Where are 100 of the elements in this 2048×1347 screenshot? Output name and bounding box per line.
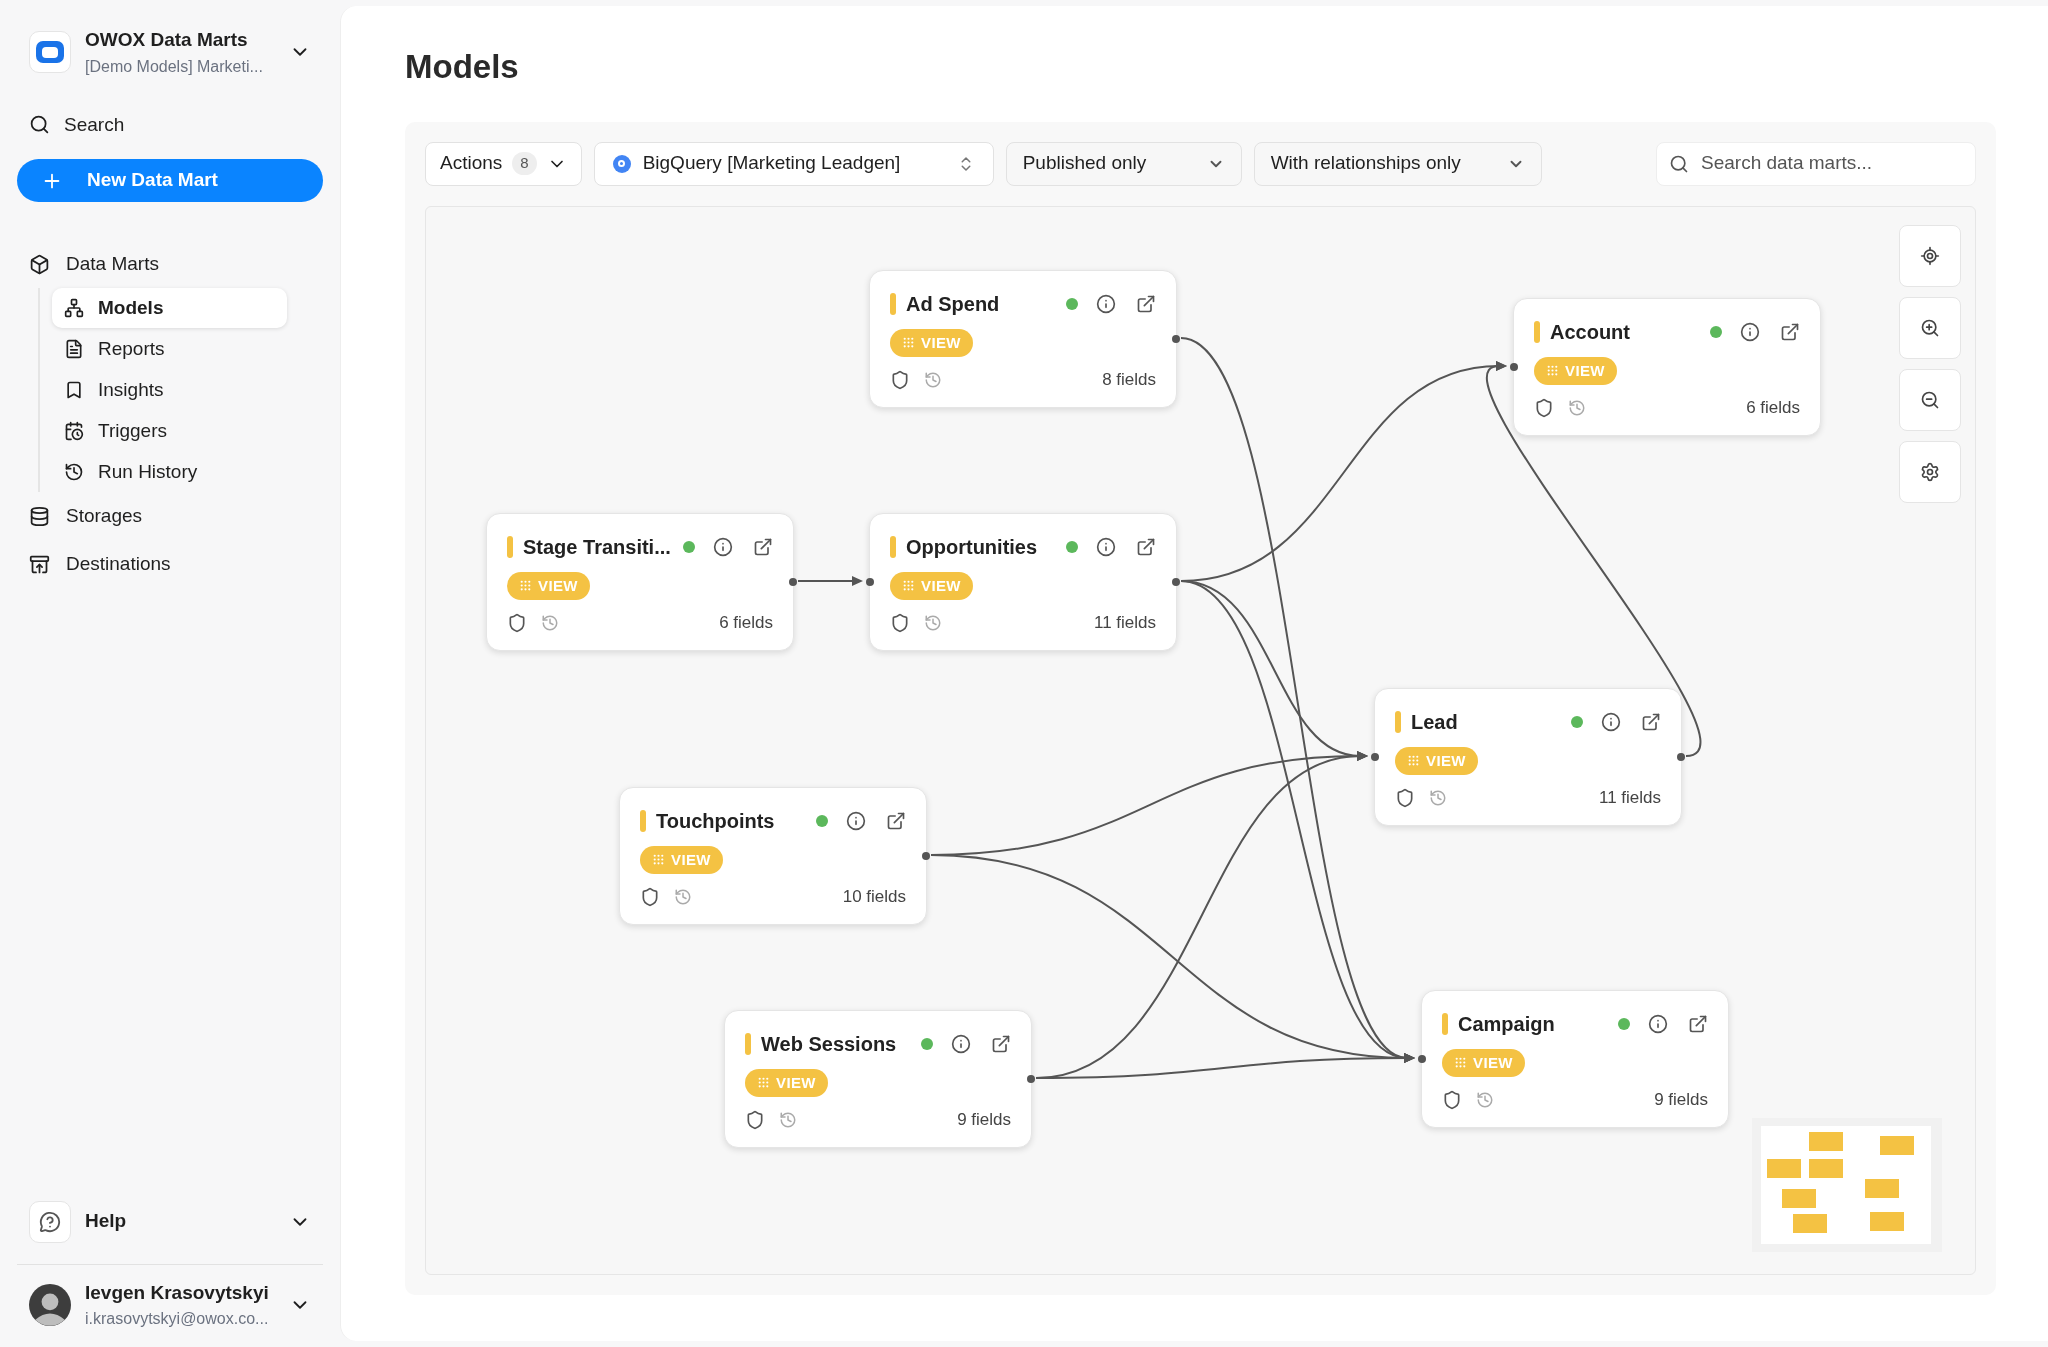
connection-handle[interactable] [1418, 1054, 1426, 1063]
archive-icon [29, 553, 50, 575]
user-email: i.krasovytskyi@owox.co... [85, 1309, 270, 1329]
nav-subitem[interactable]: Triggers [52, 411, 287, 451]
info-icon[interactable] [951, 1033, 971, 1054]
model-title: Ad Spend [906, 291, 1001, 317]
history-icon [924, 613, 942, 632]
dots-grid-icon [1454, 1056, 1467, 1070]
nav-item[interactable]: Destinations [17, 540, 323, 588]
zoom-out-button[interactable] [1899, 368, 1961, 431]
external-link-icon[interactable] [1136, 536, 1156, 557]
dots-grid-icon [902, 336, 915, 350]
fields-count: 11 fields [1093, 612, 1156, 634]
history-icon [1568, 398, 1586, 417]
fields-count: 9 fields [1654, 1089, 1708, 1111]
filter-select[interactable]: Published only [1005, 141, 1242, 186]
accent-bar [640, 809, 646, 832]
help-button[interactable]: Help [17, 1193, 323, 1250]
history-icon [541, 613, 559, 632]
search-field[interactable]: Search data marts... [1656, 141, 1976, 186]
workspace-name: OWOX Data Marts [85, 28, 249, 52]
view-badge: VIEW [1442, 1048, 1525, 1077]
info-icon[interactable] [1096, 536, 1116, 557]
model-card[interactable]: Opportunities VIEW 11 fields [869, 512, 1177, 651]
settings-button[interactable] [1899, 440, 1961, 503]
new-data-mart-button[interactable]: New Data Mart [17, 159, 323, 202]
connection-handle[interactable] [1172, 334, 1180, 343]
connection-handle[interactable] [1371, 752, 1379, 761]
zoom-in-icon [1920, 317, 1940, 338]
info-icon[interactable] [1740, 321, 1760, 342]
nav-subitem[interactable]: Reports [52, 329, 287, 369]
external-link-icon[interactable] [1688, 1013, 1708, 1034]
history-icon [64, 462, 84, 482]
model-card[interactable]: Web Sessions VIEW 9 fields [724, 1009, 1032, 1148]
connection-handle[interactable] [1677, 752, 1685, 761]
info-icon[interactable] [1601, 711, 1621, 732]
page-title: Models [405, 47, 520, 87]
fields-count: 8 fields [1102, 369, 1156, 391]
accent-bar [890, 535, 896, 558]
search-button[interactable]: Search [17, 104, 323, 145]
model-title: Web Sessions [761, 1031, 898, 1057]
dots-grid-icon [902, 579, 915, 593]
model-card[interactable]: Stage Transiti... VIEW 6 fields [486, 512, 794, 651]
shield-icon [507, 612, 527, 633]
connection-handle[interactable] [922, 851, 930, 860]
model-title: Campaign [1458, 1011, 1556, 1037]
filter-select[interactable]: With relationships only [1253, 141, 1542, 186]
info-icon[interactable] [713, 536, 733, 557]
external-link-icon[interactable] [991, 1033, 1011, 1054]
nav-subitem[interactable]: Models [52, 288, 287, 328]
actions-button[interactable]: Actions 8 [425, 141, 582, 186]
nav-subitem[interactable]: Run History [52, 452, 287, 492]
model-card[interactable]: Ad Spend VIEW 8 fields [869, 269, 1177, 408]
connection-handle[interactable] [866, 577, 874, 586]
model-card[interactable]: Account VIEW 6 fields [1513, 297, 1821, 436]
model-card[interactable]: Lead VIEW 11 fields [1374, 687, 1682, 826]
recenter-button[interactable] [1899, 224, 1961, 287]
model-card[interactable]: Campaign VIEW 9 fields [1421, 989, 1729, 1128]
accent-bar [745, 1032, 751, 1055]
history-icon [674, 887, 692, 906]
connection-handle[interactable] [1172, 577, 1180, 586]
external-link-icon[interactable] [1780, 321, 1800, 342]
history-icon [1429, 788, 1447, 807]
model-title: Touchpoints [656, 808, 776, 834]
dots-grid-icon [652, 853, 665, 867]
external-link-icon[interactable] [1136, 293, 1156, 314]
shield-icon [1442, 1089, 1462, 1110]
crosshair-icon [1920, 245, 1940, 266]
shield-icon [1534, 397, 1554, 418]
app-logo [29, 31, 71, 74]
view-badge: VIEW [1395, 746, 1478, 775]
external-link-icon[interactable] [1641, 711, 1661, 732]
question-bubble-icon [39, 1210, 61, 1233]
shield-icon [1395, 787, 1415, 808]
zoom-in-button[interactable] [1899, 296, 1961, 359]
connection-handle[interactable] [1027, 1074, 1035, 1083]
user-name: Ievgen Krasovytskyi [85, 1280, 270, 1305]
connection-handle[interactable] [789, 577, 797, 586]
info-icon[interactable] [1648, 1013, 1668, 1034]
external-link-icon[interactable] [753, 536, 773, 557]
shield-icon [745, 1109, 765, 1130]
nav-item[interactable]: Data Marts [17, 240, 323, 288]
external-link-icon[interactable] [886, 810, 906, 831]
history-icon [1476, 1090, 1494, 1109]
nav-item[interactable]: Storages [17, 492, 323, 540]
dots-grid-icon [1546, 364, 1559, 378]
storage-select[interactable]: BigQuery [Marketing Leadgen] [593, 141, 994, 186]
accent-bar [1395, 710, 1401, 733]
count-badge: 8 [512, 152, 537, 175]
nav-subitem[interactable]: Insights [52, 370, 287, 410]
zoom-out-icon [1920, 389, 1940, 410]
document-icon [64, 339, 84, 359]
info-icon[interactable] [1096, 293, 1116, 314]
model-card[interactable]: Touchpoints VIEW 10 fields [619, 786, 927, 925]
bookmark-icon [64, 380, 84, 400]
cube-icon [29, 253, 50, 275]
info-icon[interactable] [846, 810, 866, 831]
connection-handle[interactable] [1510, 362, 1518, 371]
search-input[interactable]: Search data marts... [1701, 149, 1963, 178]
shield-icon [640, 886, 660, 907]
